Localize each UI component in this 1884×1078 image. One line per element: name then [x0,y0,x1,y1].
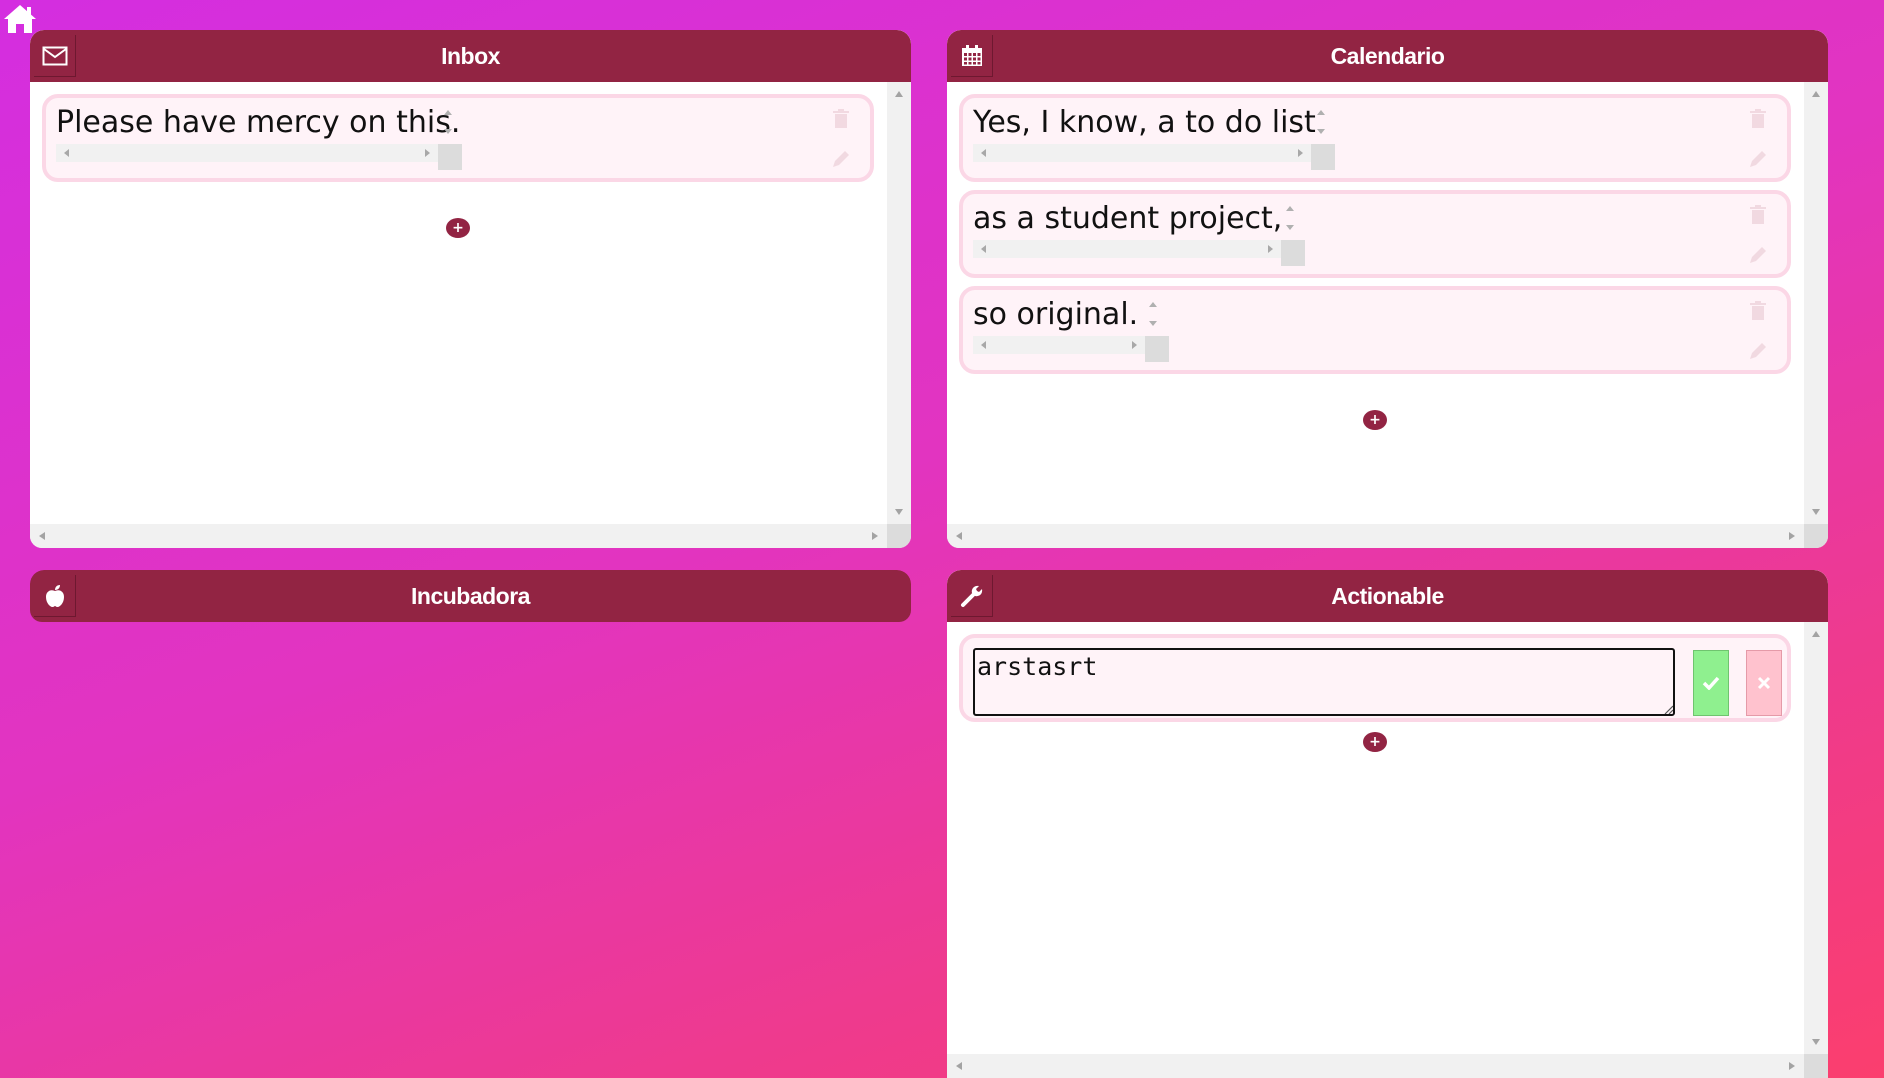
trash-icon[interactable] [1747,204,1769,226]
task-edit-card: arstasrt [959,634,1791,722]
trash-icon[interactable] [1747,300,1769,322]
home-icon[interactable] [2,2,38,36]
task-text: Yes, I know, a to do list [973,105,1316,140]
panel-header: Calendario [947,30,1828,82]
card-scroll-corner [438,144,462,170]
task-card: so original. [959,286,1791,374]
panel-scrollbar-horizontal[interactable] [947,1054,1804,1078]
add-task-button[interactable]: + [446,218,470,238]
panel-scrollbar-horizontal[interactable] [947,524,1804,548]
panel-body: Please have mercy on this. + [30,82,911,548]
panel-scroll-corner [887,524,911,548]
task-text: so original. [973,297,1139,332]
task-text: Please have mercy on this. [56,105,461,140]
pencil-icon[interactable] [1747,148,1769,170]
pencil-icon[interactable] [1747,340,1769,362]
card-scroll-corner [1311,144,1335,170]
add-task-button[interactable]: + [1363,732,1387,752]
card-scrollbar-vertical[interactable] [1282,202,1298,232]
panel-body: Yes, I know, a to do list as a student p… [947,82,1828,548]
task-edit-input[interactable]: arstasrt [973,648,1675,716]
card-scrollbar-horizontal[interactable] [973,240,1281,258]
incubadora-panel: Incubadora [30,570,911,622]
task-card: as a student project, [959,190,1791,278]
panel-header: Actionable [947,570,1828,622]
panel-title: Inbox [441,42,500,69]
panel-scroll-corner [1804,524,1828,548]
card-scrollbar-horizontal[interactable] [973,144,1311,162]
panel-scrollbar-horizontal[interactable] [30,524,887,548]
confirm-button[interactable] [1693,650,1729,716]
panel-header: Incubadora [30,570,911,622]
actionable-panel: Actionable arstasrt + [947,570,1828,1078]
task-card: Please have mercy on this. [42,94,874,182]
panel-header: Inbox [30,30,911,82]
inbox-panel: Inbox Please have mercy on this. + [30,30,911,548]
apple-icon[interactable] [34,575,76,617]
pencil-icon[interactable] [1747,244,1769,266]
panel-scrollbar-vertical[interactable] [1804,622,1828,1054]
panel-title: Actionable [1331,582,1444,609]
panel-title: Incubadora [411,582,530,609]
panel-scrollbar-vertical[interactable] [887,82,911,524]
checkmark-icon [1702,676,1720,690]
add-task-button[interactable]: + [1363,410,1387,430]
envelope-icon[interactable] [34,35,76,77]
card-scroll-corner [1145,336,1169,362]
trash-icon[interactable] [830,108,852,130]
panel-scrollbar-vertical[interactable] [1804,82,1828,524]
panel-scroll-corner [1804,1054,1828,1078]
calendar-icon[interactable] [951,35,993,77]
card-scrollbar-vertical[interactable] [440,106,456,136]
card-scrollbar-horizontal[interactable] [56,144,438,162]
cancel-button[interactable] [1746,650,1782,716]
calendario-panel: Calendario Yes, I know, a to do list as … [947,30,1828,548]
pencil-icon[interactable] [830,148,852,170]
task-card: Yes, I know, a to do list [959,94,1791,182]
card-scrollbar-vertical[interactable] [1145,298,1161,328]
card-scrollbar-horizontal[interactable] [973,336,1145,354]
wrench-icon[interactable] [951,575,993,617]
panel-title: Calendario [1330,42,1445,69]
task-text: as a student project, [973,201,1283,236]
close-icon [1757,676,1771,690]
card-scroll-corner [1281,240,1305,266]
card-scrollbar-vertical[interactable] [1313,106,1329,136]
panel-body: arstasrt + [947,622,1828,1078]
trash-icon[interactable] [1747,108,1769,130]
